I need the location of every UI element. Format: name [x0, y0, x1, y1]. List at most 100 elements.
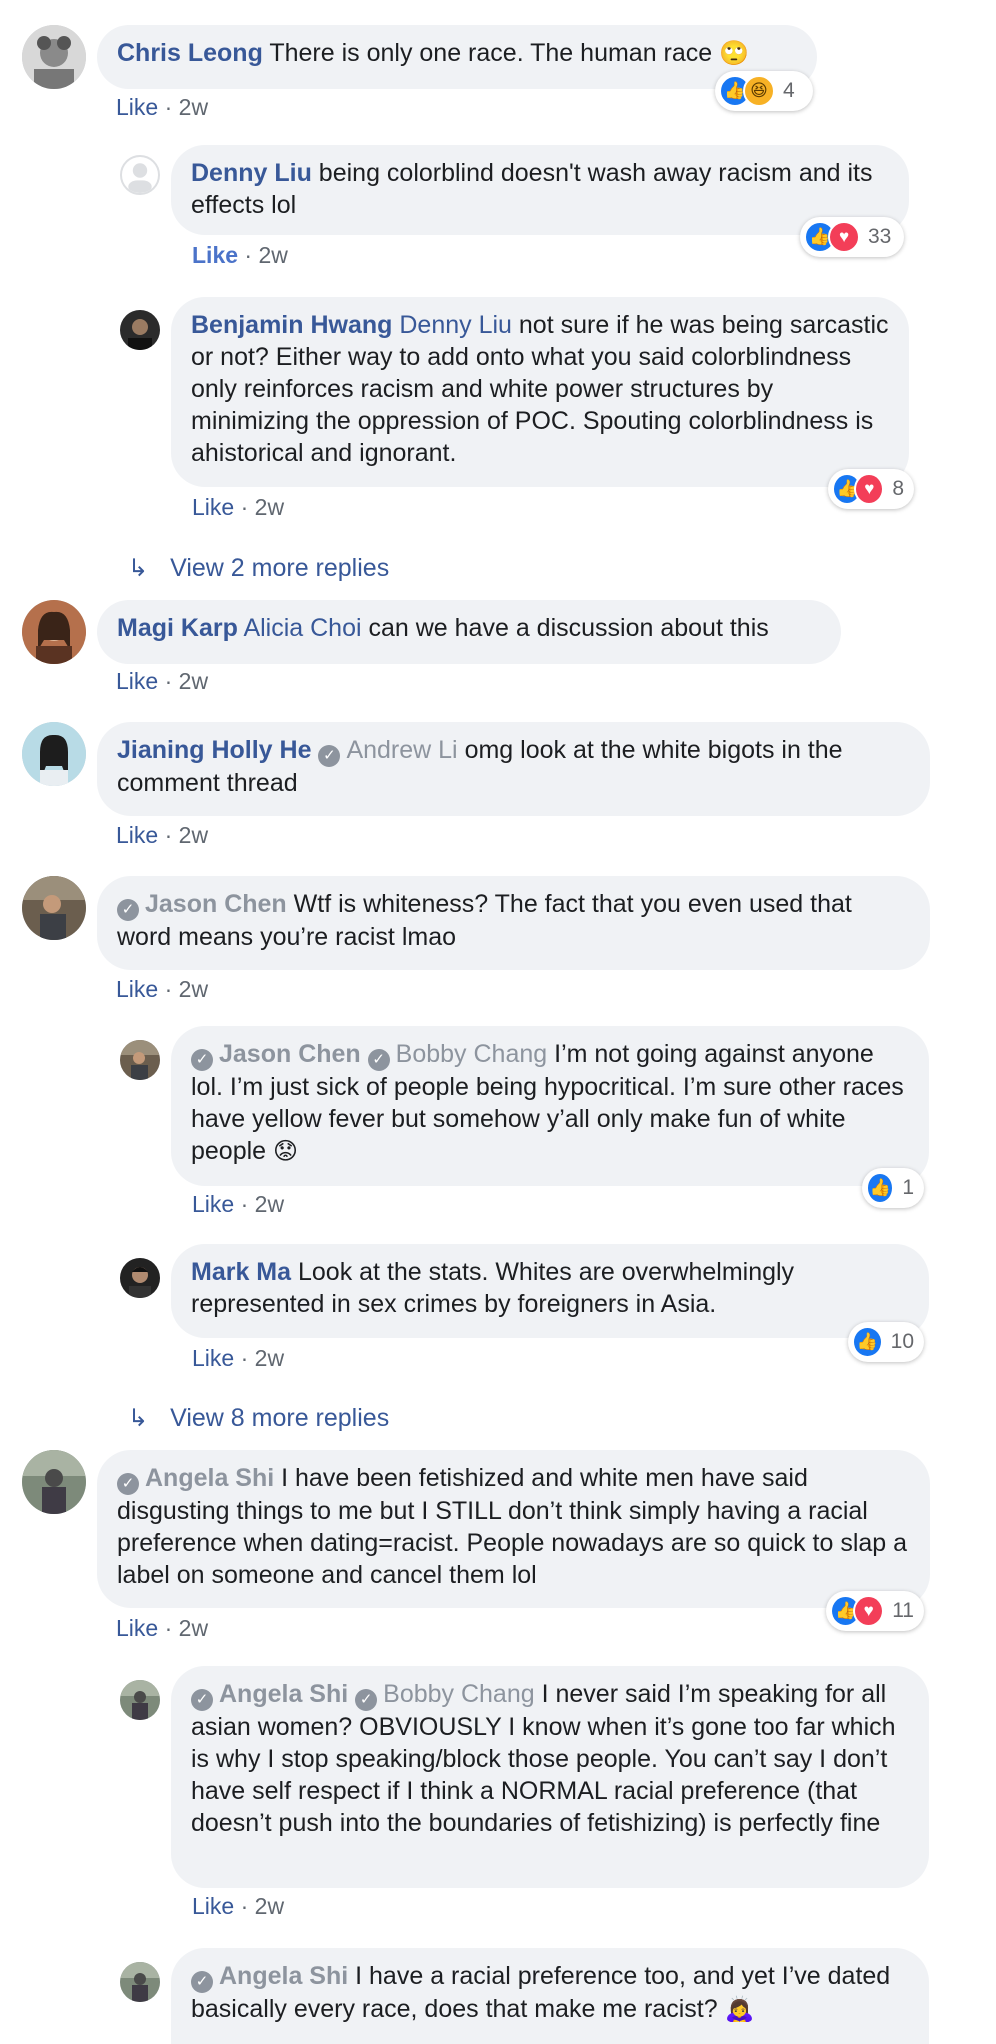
mention-link[interactable]: Andrew Li: [346, 736, 457, 764]
comment-meta: Like · 2w: [116, 821, 208, 849]
worried-face-emoji: 😟: [273, 1138, 299, 1165]
separator: ·: [158, 976, 179, 1002]
timestamp[interactable]: 2w: [255, 494, 284, 520]
reply-arrow-icon: ↳: [128, 1405, 149, 1432]
view-more-replies-link[interactable]: ↳ View 8 more replies: [128, 1402, 389, 1435]
like-button[interactable]: Like: [192, 1893, 234, 1919]
comment-bubble: Denny Liu being colorblind doesn't wash …: [171, 145, 909, 235]
comment-bubble: Chris Leong There is only one race. The …: [97, 25, 817, 89]
commenter-name[interactable]: Benjamin Hwang: [191, 311, 392, 339]
comment-bubble: Jianing Holly He ✓ Andrew Li omg look at …: [97, 722, 930, 816]
like-button[interactable]: Like: [116, 822, 158, 848]
commenter-name[interactable]: Angela Shi: [219, 1680, 348, 1708]
reply-arrow-icon: ↳: [128, 555, 149, 582]
timestamp[interactable]: 2w: [258, 242, 287, 268]
reaction-summary[interactable]: 👍 ♥ 11: [826, 1591, 924, 1631]
timestamp[interactable]: 2w: [179, 94, 208, 120]
separator: ·: [158, 822, 179, 848]
verified-check-icon: ✓: [117, 899, 139, 921]
reaction-count: 33: [868, 225, 892, 248]
timestamp[interactable]: 2w: [179, 1615, 208, 1641]
timestamp[interactable]: 2w: [179, 822, 208, 848]
commenter-name[interactable]: Angela Shi: [145, 1464, 274, 1492]
comment-text: can we have a discussion about this: [368, 614, 769, 642]
like-button[interactable]: Like: [192, 242, 238, 268]
mention-link[interactable]: Bobby Chang: [396, 1040, 548, 1068]
love-reaction-icon: ♥: [854, 473, 885, 505]
like-reaction-icon: 👍: [852, 1326, 883, 1358]
commenter-name[interactable]: Mark Ma: [191, 1258, 291, 1286]
avatar[interactable]: [120, 1258, 160, 1298]
comment-meta: Like · 2w: [116, 667, 208, 695]
reaction-summary[interactable]: 👍 10: [848, 1322, 924, 1362]
like-button[interactable]: Like: [192, 1191, 234, 1217]
comment-bubble: ✓ Jason Chen ✓ Bobby Chang I’m not going a…: [171, 1026, 929, 1186]
commenter-name[interactable]: Jason Chen: [145, 890, 287, 918]
reaction-count: 11: [892, 1599, 914, 1622]
comment-meta: Like · 2w: [192, 1190, 284, 1218]
comment-bubble: ✓ Angela Shi I have been fetishized and w…: [97, 1450, 930, 1608]
like-button[interactable]: Like: [116, 94, 158, 120]
like-button[interactable]: Like: [116, 1615, 158, 1641]
comment-bubble: Magi Karp Alicia Choi can we have a disc…: [97, 600, 841, 664]
comment-meta: Like · 2w: [192, 493, 284, 521]
avatar[interactable]: [22, 1450, 86, 1514]
like-button[interactable]: Like: [116, 668, 158, 694]
avatar[interactable]: [120, 310, 160, 350]
separator: ·: [234, 1191, 255, 1217]
avatar[interactable]: [22, 876, 86, 940]
avatar[interactable]: [120, 1040, 160, 1080]
like-button[interactable]: Like: [192, 494, 234, 520]
comment-bubble: ✓ Jason Chen Wtf is whiteness? The fact t…: [97, 876, 930, 970]
separator: ·: [234, 494, 255, 520]
verified-check-icon: ✓: [318, 745, 341, 767]
reaction-count: 4: [783, 79, 795, 102]
avatar[interactable]: [120, 1962, 160, 2002]
comment-meta: Like · 2w: [116, 1614, 208, 1642]
avatar[interactable]: [120, 1680, 160, 1720]
reaction-summary[interactable]: 👍 ♥ 33: [800, 217, 904, 257]
reaction-count: 1: [902, 1176, 914, 1199]
comment-meta: Like · 2w: [192, 1892, 284, 1920]
commenter-name[interactable]: Chris Leong: [117, 39, 263, 67]
avatar[interactable]: [22, 25, 86, 89]
timestamp[interactable]: 2w: [255, 1191, 284, 1217]
commenter-name[interactable]: Jianing Holly He: [117, 736, 311, 764]
eye-roll-emoji: 🙄: [719, 40, 750, 67]
view-more-replies-label: View 8 more replies: [170, 1404, 390, 1432]
separator: ·: [234, 1893, 255, 1919]
comment-bubble: Mark Ma Look at the stats. Whites are ov…: [171, 1244, 929, 1338]
commenter-name[interactable]: Angela Shi: [219, 1962, 348, 1990]
commenter-name[interactable]: Denny Liu: [191, 159, 312, 187]
timestamp[interactable]: 2w: [179, 976, 208, 1002]
commenter-name[interactable]: Jason Chen: [219, 1040, 361, 1068]
reaction-summary[interactable]: 👍 ♥ 8: [828, 469, 914, 509]
timestamp[interactable]: 2w: [255, 1345, 284, 1371]
reaction-count: 8: [892, 477, 904, 500]
separator: ·: [238, 242, 259, 268]
commenter-name[interactable]: Magi Karp: [117, 614, 238, 642]
bowing-woman-emoji: 🙇‍♀️: [724, 1996, 755, 2023]
like-button[interactable]: Like: [116, 976, 158, 1002]
reaction-summary[interactable]: 👍 😆 4: [715, 71, 813, 111]
mention-link[interactable]: Alicia Choi: [243, 614, 361, 642]
timestamp[interactable]: 2w: [255, 1893, 284, 1919]
verified-check-icon: ✓: [355, 1689, 378, 1711]
comment-meta: Like · 2w: [192, 241, 288, 269]
avatar[interactable]: [22, 600, 86, 664]
view-more-replies-link[interactable]: ↳ View 2 more replies: [128, 552, 389, 585]
comment-meta: Like · 2w: [116, 975, 208, 1003]
verified-check-icon: ✓: [367, 1049, 390, 1071]
separator: ·: [158, 94, 179, 120]
avatar[interactable]: [22, 722, 86, 786]
reaction-summary[interactable]: 👍 1: [862, 1168, 924, 1208]
separator: ·: [158, 668, 179, 694]
avatar[interactable]: [120, 155, 160, 195]
comment-text: There is only one race. The human race: [269, 39, 713, 67]
like-button[interactable]: Like: [192, 1345, 234, 1371]
verified-check-icon: ✓: [191, 1689, 213, 1711]
mention-link[interactable]: Bobby Chang: [383, 1680, 535, 1708]
mention-link[interactable]: Denny Liu: [399, 311, 512, 339]
timestamp[interactable]: 2w: [179, 668, 208, 694]
verified-check-icon: ✓: [191, 1971, 213, 1993]
